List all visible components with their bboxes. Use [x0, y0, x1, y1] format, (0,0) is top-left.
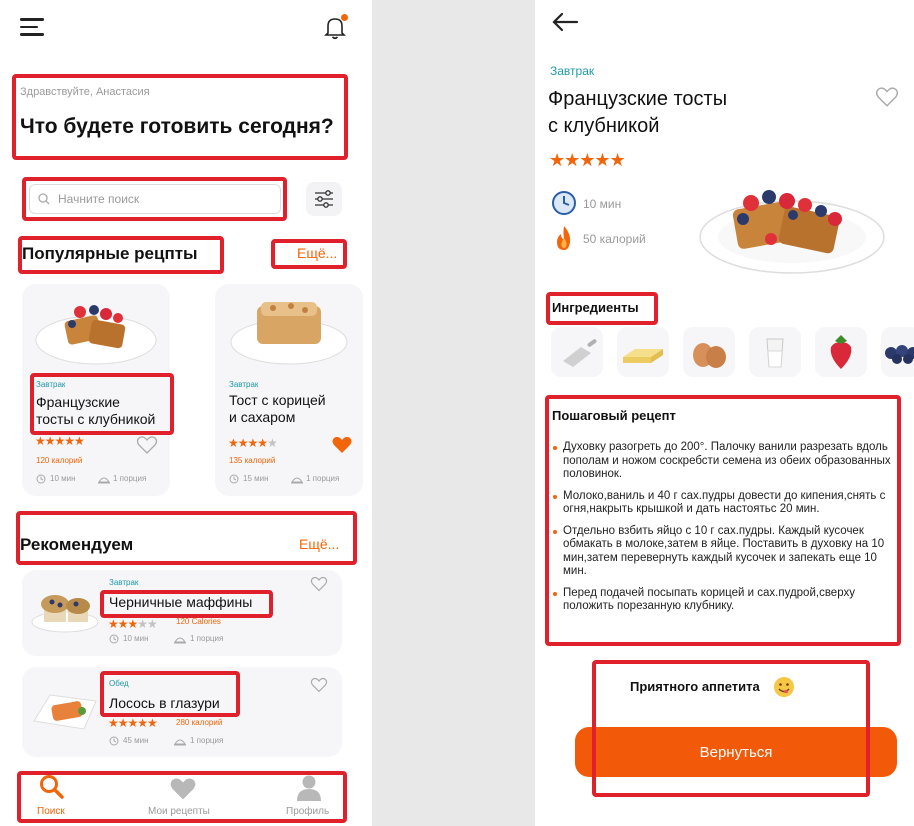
card-title-line1: Тост с корицей [229, 392, 326, 408]
recipe-time: 10 мин [583, 197, 622, 211]
highlight-search [22, 177, 287, 221]
rating-stars: ★★★★★ [228, 436, 278, 450]
card-time: 10 мин [50, 474, 76, 483]
clock-icon [229, 474, 239, 484]
card-portion: 1 порция [306, 474, 340, 483]
highlight-popular-title [18, 236, 224, 274]
rating-stars: ★★★★★ [108, 716, 158, 730]
card-time: 15 мин [243, 474, 269, 483]
card-title-line2: и сахаром [229, 409, 296, 425]
eggs-icon [693, 343, 726, 368]
highlight-item-title [100, 671, 240, 717]
recipe-category: Завтрак [550, 64, 595, 78]
clock-icon [109, 736, 119, 746]
butter-icon [623, 349, 663, 363]
heart-outline-icon[interactable] [136, 435, 158, 455]
highlight-card-title [30, 373, 174, 435]
card-category: Завтрак [229, 380, 259, 389]
portion-icon [98, 477, 110, 484]
bell-icon[interactable] [322, 14, 348, 40]
card-portion: 1 порция [113, 474, 147, 483]
cinnamon-toast-image [230, 302, 348, 365]
popular-card[interactable]: Завтрак Тост с корицей и сахаром ★★★★★ 1… [215, 284, 363, 496]
recipe-detail-screen: Завтрак Французские тосты с клубникой ★★… [535, 0, 914, 826]
recipe-title-line2: с клубникой [548, 115, 660, 137]
portion-icon [174, 637, 186, 644]
gap-panel [372, 0, 535, 826]
recipe-title: Французские тосты с клубникой [548, 86, 788, 140]
ingredient-milk[interactable] [749, 327, 801, 377]
blueberries-icon [885, 345, 914, 364]
heart-outline-icon[interactable] [310, 677, 328, 693]
highlight-bottom-nav [17, 771, 347, 823]
clock-icon [552, 191, 576, 215]
item-category: Завтрак [109, 578, 139, 587]
ingredient-strawberry[interactable] [815, 327, 867, 377]
item-time: 45 мин [123, 736, 149, 745]
glass-icon [766, 338, 784, 368]
ingredient-eggs[interactable] [683, 327, 735, 377]
ingredient-butter[interactable] [617, 327, 669, 377]
menu-icon[interactable] [20, 18, 46, 36]
portion-icon [291, 477, 303, 484]
notification-dot [341, 14, 348, 21]
french-toast-image [35, 305, 157, 365]
back-arrow-icon[interactable] [551, 12, 579, 32]
strawberry-icon [830, 335, 852, 369]
item-time: 10 мин [123, 634, 149, 643]
heart-filled-icon[interactable] [331, 435, 353, 455]
scoop-icon [563, 339, 597, 367]
item-calories: 280 калорий [176, 718, 223, 727]
card-calories: 120 калорий [36, 456, 83, 465]
item-portion: 1 порция [190, 736, 224, 745]
highlight-return-area [592, 660, 870, 797]
sliders-icon [315, 190, 333, 208]
heart-outline-icon[interactable] [875, 86, 899, 108]
recipe-title-line1: Французские тосты [548, 88, 728, 110]
highlight-greeting [12, 74, 348, 160]
card-title: Тост с корицей и сахаром [229, 392, 326, 426]
clock-icon [36, 474, 46, 484]
home-screen: Здравствуйте, Анастасия Что будете готов… [0, 0, 372, 826]
portion-icon [174, 739, 186, 746]
highlight-popular-more [271, 239, 347, 269]
highlight-ingredients-title [546, 292, 658, 325]
french-toast-image [699, 190, 885, 274]
rating-stars: ★★★★★ [549, 150, 626, 170]
ingredient-blueberries[interactable] [881, 327, 914, 377]
salmon-image [33, 694, 97, 730]
heart-outline-icon[interactable] [310, 576, 328, 592]
highlight-recommended-header [16, 511, 357, 565]
muffins-image [31, 595, 99, 633]
recipe-calories: 50 калорий [583, 232, 646, 246]
item-portion: 1 порция [190, 634, 224, 643]
filter-button[interactable] [306, 182, 342, 216]
ingredient-vanilla-scoop[interactable] [551, 327, 603, 377]
item-calories: 120 Calories [176, 617, 221, 626]
highlight-item-title [100, 590, 273, 618]
clock-icon [109, 634, 119, 644]
fire-icon [557, 226, 571, 250]
rating-stars: ★★★★★ [35, 434, 85, 448]
card-calories: 135 калорий [229, 456, 276, 465]
highlight-steps [545, 395, 901, 646]
